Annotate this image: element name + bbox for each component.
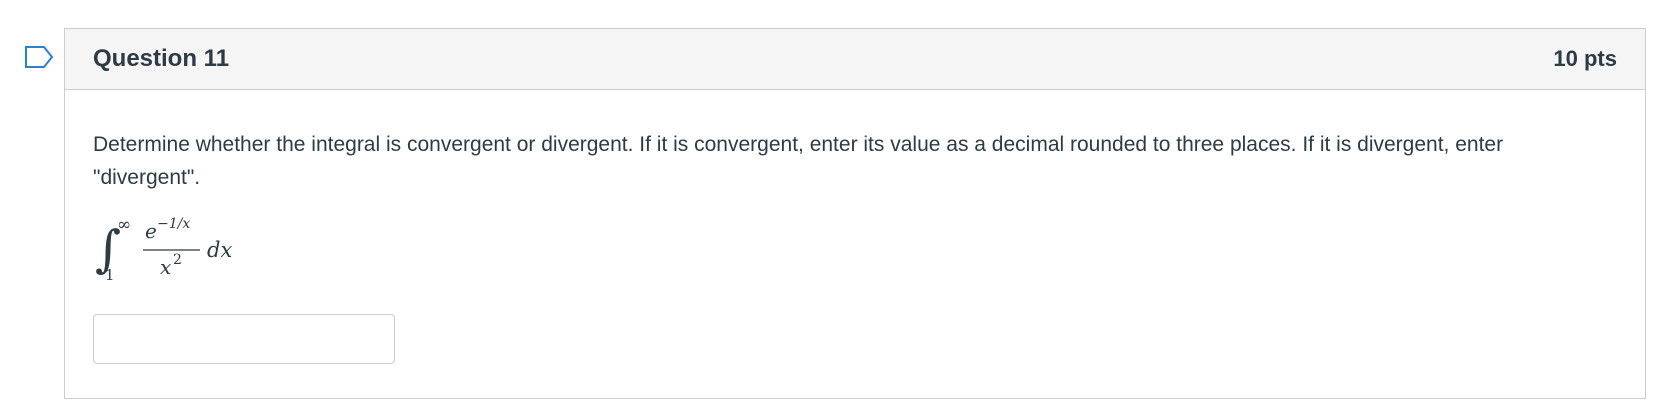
numerator-base: e [145, 219, 157, 243]
integral-upper-limit: ∞ [117, 215, 131, 235]
question-body: Determine whether the integral is conver… [65, 90, 1645, 364]
answer-input[interactable] [93, 314, 395, 364]
denominator-base: x [160, 255, 171, 279]
question-card: Question 11 10 pts Determine whether the… [64, 28, 1646, 399]
flag-question-icon[interactable] [24, 45, 54, 69]
question-text: Determine whether the integral is conver… [93, 133, 1504, 189]
integral-lower-limit: 1 [105, 266, 115, 284]
denominator-exponent: 2 [173, 252, 182, 268]
differential: dx [207, 238, 232, 262]
integral-expression: ∫ ∞ 1 e −1/x x 2 dx [93, 210, 1617, 288]
question-title: Question 11 [93, 45, 230, 72]
question-points: 10 pts [1553, 46, 1617, 71]
question-header: Question 11 10 pts [65, 29, 1645, 90]
numerator-exponent: −1/x [157, 216, 190, 232]
